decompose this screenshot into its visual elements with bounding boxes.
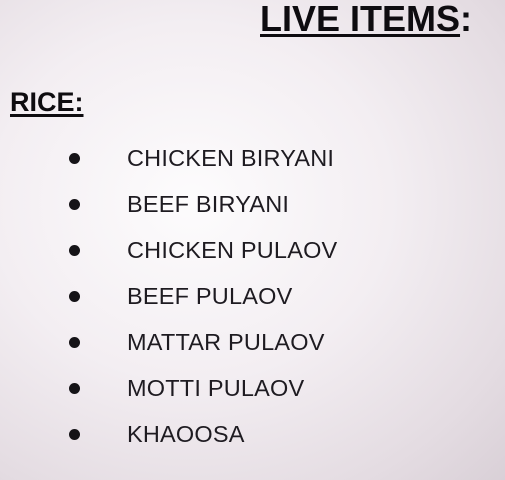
item-label: MATTAR PULAOV xyxy=(127,329,325,355)
bullet-icon xyxy=(69,291,80,302)
item-label: MOTTI PULAOV xyxy=(127,375,305,401)
page-title: LIVE ITEMS: xyxy=(260,0,472,41)
item-label: BEEF PULAOV xyxy=(127,283,293,309)
page-title-colon: : xyxy=(460,0,473,39)
item-label: CHICKEN BIRYANI xyxy=(127,145,335,171)
bullet-icon xyxy=(69,337,80,348)
list-item: CHICKEN BIRYANI xyxy=(0,140,480,186)
rice-items-list: CHICKEN BIRYANI BEEF BIRYANI CHICKEN PUL… xyxy=(0,140,480,462)
section-heading-rice: RICE: xyxy=(10,87,84,117)
list-item: KHAOOSA xyxy=(0,416,480,462)
list-item: MOTTI PULAOV xyxy=(0,370,480,416)
bullet-icon xyxy=(69,199,80,210)
bullet-icon xyxy=(69,429,80,440)
list-item: BEEF BIRYANI xyxy=(0,186,480,232)
list-item: CHICKEN PULAOV xyxy=(0,232,480,278)
item-label: BEEF BIRYANI xyxy=(127,191,290,217)
page-title-text: LIVE ITEMS xyxy=(260,0,461,39)
item-label: KHAOOSA xyxy=(127,421,245,447)
bullet-icon xyxy=(69,383,80,394)
list-item: BEEF PULAOV xyxy=(0,278,480,324)
bullet-icon xyxy=(69,245,80,256)
item-label: CHICKEN PULAOV xyxy=(127,237,338,263)
bullet-icon xyxy=(69,153,80,164)
list-item: MATTAR PULAOV xyxy=(0,324,480,370)
menu-page: LIVE ITEMS: RICE: CHICKEN BIRYANI BEEF B… xyxy=(0,0,505,480)
